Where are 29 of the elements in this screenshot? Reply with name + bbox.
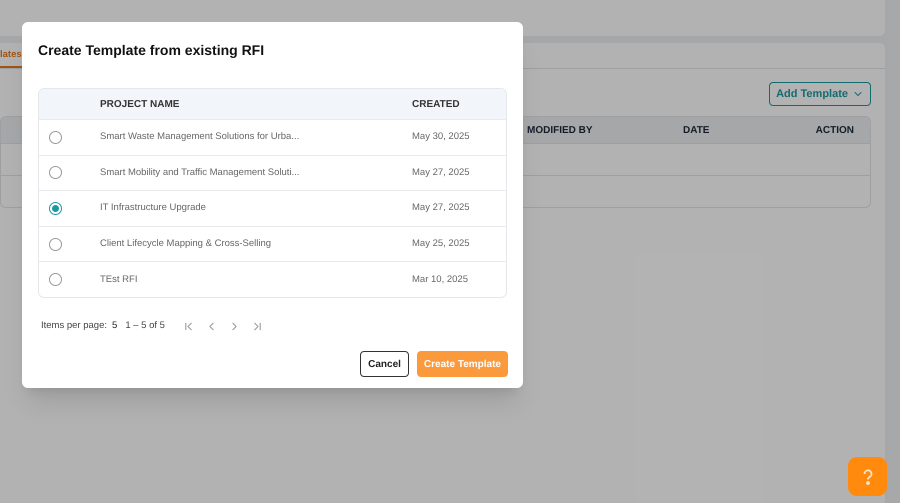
page-range: 1 – 5 of 5 [125,318,165,333]
cancel-button[interactable]: Cancel [360,351,409,378]
column-header: ACTION [816,124,855,138]
radio-button[interactable] [49,238,62,251]
table-cell-text: May 27, 2025 [412,166,470,180]
page-size-select[interactable]: 5 [112,318,118,334]
help-button[interactable] [848,457,887,496]
table-cell-text: Client Lifecycle Mapping & Cross-Selling [100,236,272,251]
radio-button[interactable] [49,273,62,286]
table-cell-text: Smart Waste Management Solutions for Urba... [100,130,300,144]
radio-button[interactable] [49,130,62,144]
create-template-button[interactable]: Create Template [416,351,508,378]
table-cell: May 30, 2025 [412,130,470,144]
table-cell: Mar 10, 2025 [412,272,468,287]
question-icon [862,468,874,484]
table-cell-text: May 27, 2025 [412,201,470,216]
table-cell-text: Smart Mobility and Traffic Management Soluti... [100,166,300,180]
table-cell-text: May 25, 2025 [412,236,470,251]
column-header: DATE [683,124,710,138]
radio-button[interactable] [49,166,62,180]
items-per-page-label: Items per page: [41,318,108,333]
column-header: PROJECT NAME [100,98,180,112]
radio-button[interactable] [49,202,62,215]
table-cell-text: IT Infrastructure Upgrade [100,201,207,216]
column-header: CREATED [412,98,460,112]
add-template-button[interactable]: Add Template [769,82,871,106]
table-cell-text: TEst RFI [100,272,138,287]
dialog-title: Create Template from existing RFI [38,41,264,60]
column-header: MODIFIED BY [527,124,594,138]
